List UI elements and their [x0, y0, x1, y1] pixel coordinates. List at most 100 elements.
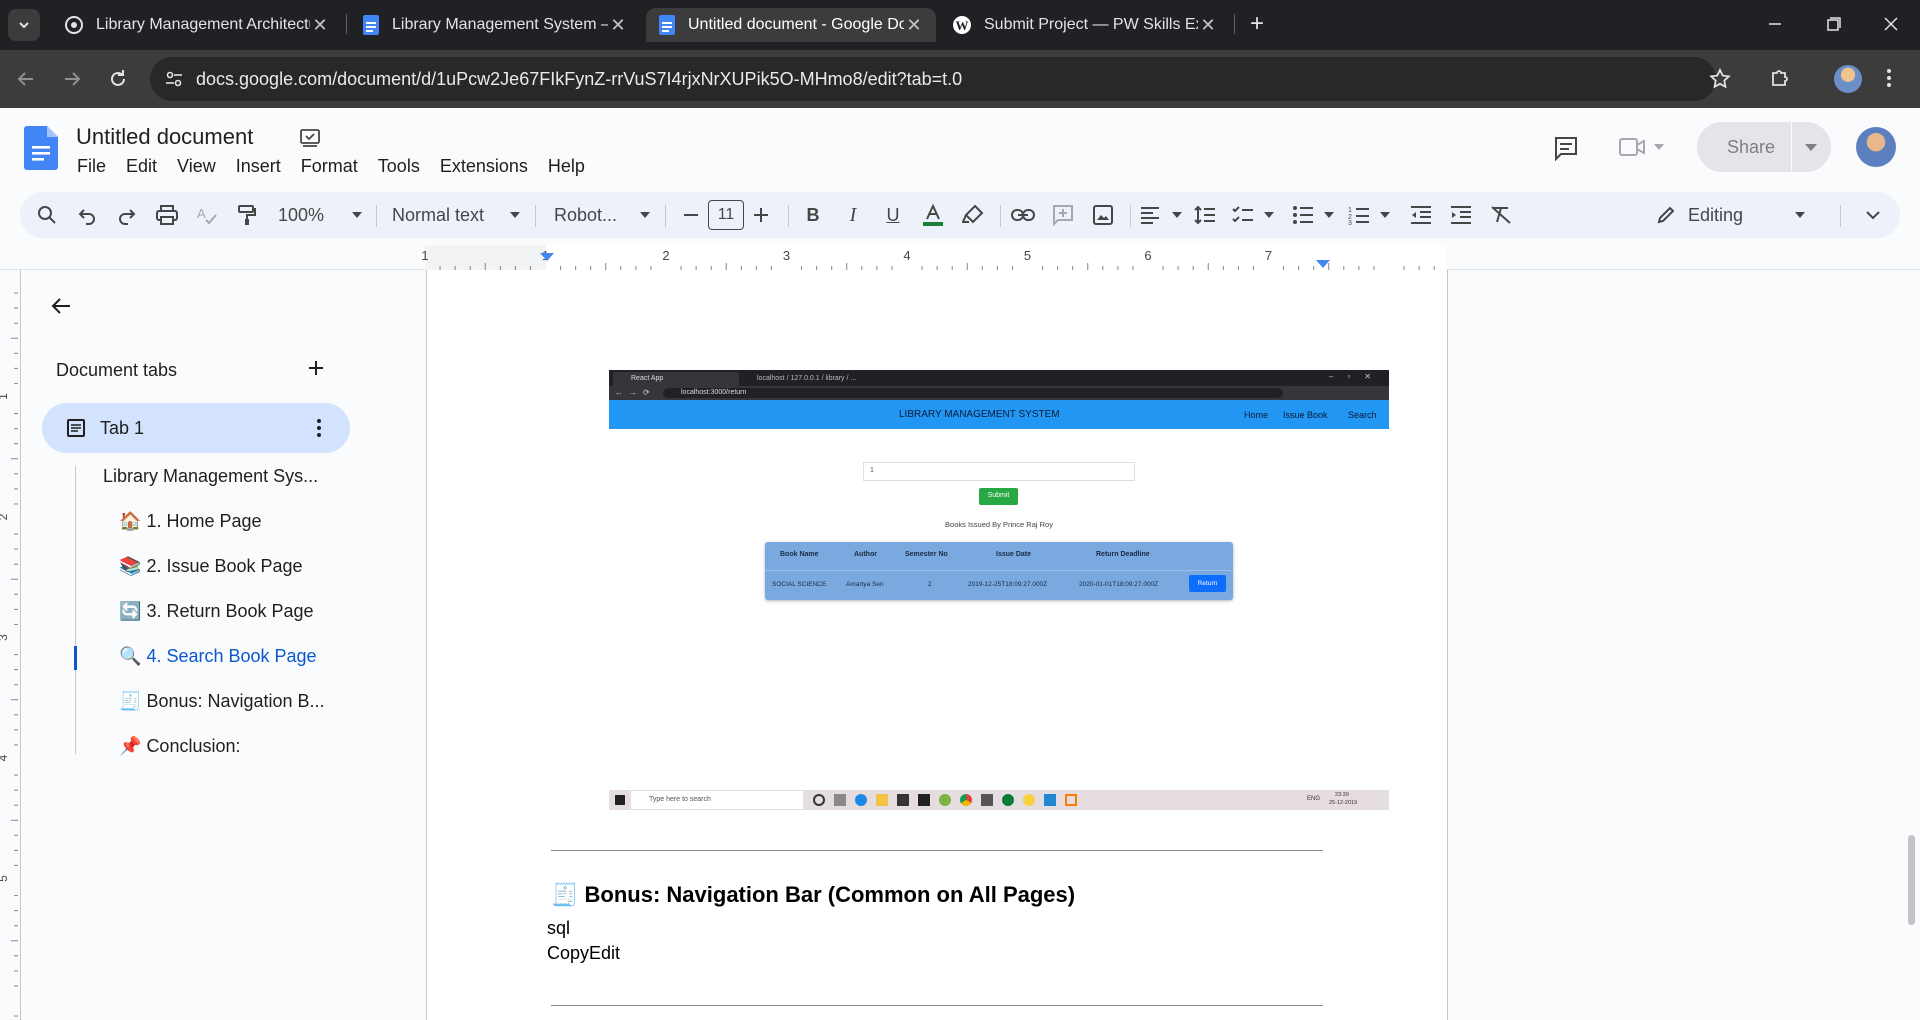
menu-tools[interactable]: Tools: [378, 156, 420, 177]
editing-mode-select[interactable]: Editing: [1656, 192, 1836, 238]
menu-file[interactable]: File: [77, 156, 106, 177]
menu-help[interactable]: Help: [548, 156, 585, 177]
vertical-scrollbar[interactable]: [1904, 270, 1920, 1020]
screenshot-taskbar-search-text: Type here to search: [649, 796, 711, 803]
close-sidebar-button[interactable]: [49, 294, 73, 318]
highlight-color-button[interactable]: [960, 192, 986, 238]
line-spacing-button[interactable]: [1192, 192, 1218, 238]
toolbar-separator: [535, 205, 536, 227]
close-window-button[interactable]: [1878, 14, 1904, 34]
toolbar-separator: [665, 205, 666, 227]
browser-tab-2[interactable]: Library Management System – / ✕: [350, 8, 640, 42]
outline-item-search-book-page[interactable]: 🔍 4. Search Book Page: [119, 646, 317, 667]
redo-button[interactable]: [114, 192, 140, 238]
outline-item-return-book-page[interactable]: 🔄 3. Return Book Page: [119, 601, 314, 622]
menu-view[interactable]: View: [177, 156, 216, 177]
th-book-name: Book Name: [780, 551, 819, 558]
menu-edit[interactable]: Edit: [126, 156, 157, 177]
outline-item-home-page[interactable]: 🏠 1. Home Page: [119, 511, 262, 532]
caret-down-icon: [1654, 144, 1664, 150]
print-button[interactable]: [154, 192, 180, 238]
vertical-ruler[interactable]: 1 2 3 4 5: [0, 270, 18, 1020]
spellcheck-button[interactable]: A: [194, 192, 220, 238]
zoom-select[interactable]: 100%: [278, 192, 362, 238]
add-tab-button[interactable]: [307, 359, 325, 377]
back-button[interactable]: [14, 67, 38, 91]
account-avatar[interactable]: [1856, 127, 1896, 167]
profile-avatar[interactable]: [1834, 65, 1862, 93]
bold-button[interactable]: B: [800, 192, 826, 238]
comment-icon: [1555, 137, 1577, 162]
docs-home-logo[interactable]: [24, 126, 58, 170]
paragraph-style-select[interactable]: Normal text: [392, 192, 520, 238]
checklist-button[interactable]: [1232, 192, 1274, 238]
share-button[interactable]: Share: [1697, 122, 1831, 172]
numbered-list-button[interactable]: 123: [1348, 192, 1390, 238]
tab-separator: [1234, 14, 1235, 34]
url-text[interactable]: docs.google.com/document/d/1uPcw2Je67FIk…: [196, 69, 962, 90]
italic-button[interactable]: I: [840, 192, 866, 238]
embedded-screenshot-image[interactable]: React App localhost / 127.0.0.1 / librar…: [609, 370, 1389, 810]
address-bar[interactable]: docs.google.com/document/d/1uPcw2Je67FIk…: [150, 57, 1731, 101]
caret-down-icon[interactable]: [1805, 144, 1817, 151]
increase-indent-button[interactable]: [1448, 192, 1474, 238]
bulleted-list-button[interactable]: [1292, 192, 1334, 238]
extensions-button[interactable]: [1768, 66, 1792, 90]
tab-item-tab-1[interactable]: Tab 1: [42, 403, 350, 453]
paragraph-copyedit[interactable]: CopyEdit: [547, 943, 620, 964]
decrease-font-size-button[interactable]: [678, 192, 704, 238]
document-page[interactable]: React App localhost / 127.0.0.1 / librar…: [426, 270, 1448, 1020]
font-family-select[interactable]: Robot...: [554, 192, 650, 238]
hide-menus-button[interactable]: [1860, 192, 1886, 238]
close-tab-icon[interactable]: ✕: [904, 15, 924, 35]
browser-menu-icon[interactable]: [1884, 66, 1894, 90]
reload-button[interactable]: [106, 67, 130, 91]
search-menus-button[interactable]: [34, 192, 60, 238]
paragraph-sql[interactable]: sql: [547, 918, 570, 939]
insert-link-button[interactable]: [1010, 192, 1036, 238]
outline-item-issue-book-page[interactable]: 📚 2. Issue Book Page: [119, 556, 303, 577]
close-tab-icon[interactable]: ✕: [310, 15, 330, 35]
section-heading-bonus-navigation[interactable]: 🧾 Bonus: Navigation Bar (Common on All P…: [551, 882, 1075, 908]
browser-tab-4[interactable]: W Submit Project — PW Skills Exp ✕: [940, 8, 1230, 42]
close-tab-icon[interactable]: ✕: [1198, 15, 1218, 35]
menu-insert[interactable]: Insert: [236, 156, 281, 177]
ruler-number: 1: [421, 248, 428, 263]
meet-button[interactable]: [1618, 136, 1664, 158]
scrollbar-thumb[interactable]: [1908, 835, 1915, 925]
increase-font-size-button[interactable]: [748, 192, 774, 238]
tab-search-button[interactable]: [8, 9, 40, 41]
outline-item-title[interactable]: Library Management Sys...: [103, 466, 318, 487]
underline-button[interactable]: U: [880, 192, 906, 238]
more-options-icon[interactable]: [316, 418, 322, 438]
new-tab-button[interactable]: +: [1244, 12, 1270, 38]
forward-button[interactable]: [60, 67, 84, 91]
insert-image-button[interactable]: [1090, 192, 1116, 238]
font-size-input[interactable]: 11: [708, 200, 744, 230]
browser-tab-3-active[interactable]: Untitled document - Google Do ✕: [646, 8, 936, 42]
decrease-indent-button[interactable]: [1408, 192, 1434, 238]
horizontal-ruler[interactable]: 11234567: [0, 245, 1920, 270]
insert-comment-button[interactable]: [1050, 192, 1076, 238]
align-button[interactable]: [1140, 192, 1182, 238]
close-tab-icon[interactable]: ✕: [608, 15, 628, 35]
print-icon: [156, 205, 178, 225]
screenshot-nav-issue-book: Issue Book: [1283, 410, 1328, 420]
clear-formatting-button[interactable]: [1488, 192, 1514, 238]
document-title[interactable]: Untitled document: [76, 124, 253, 150]
bookmark-star-icon[interactable]: [1708, 67, 1732, 91]
browser-tab-1[interactable]: Library Management Architectu ✕: [52, 8, 342, 42]
outline-item-bonus-navigation[interactable]: 🧾 Bonus: Navigation B...: [119, 691, 325, 712]
text-color-button[interactable]: [920, 192, 946, 238]
undo-button[interactable]: [74, 192, 100, 238]
paint-format-button[interactable]: [234, 192, 260, 238]
menu-extensions[interactable]: Extensions: [440, 156, 528, 177]
horizontal-rule: [551, 850, 1323, 851]
document-status-icon[interactable]: [298, 126, 322, 150]
outline-item-conclusion[interactable]: 📌 Conclusion:: [119, 736, 241, 757]
comments-button[interactable]: [1552, 134, 1580, 162]
site-info-icon[interactable]: [164, 69, 184, 89]
restore-window-button[interactable]: [1820, 14, 1846, 34]
menu-format[interactable]: Format: [301, 156, 358, 177]
minimize-window-button[interactable]: [1762, 14, 1788, 34]
